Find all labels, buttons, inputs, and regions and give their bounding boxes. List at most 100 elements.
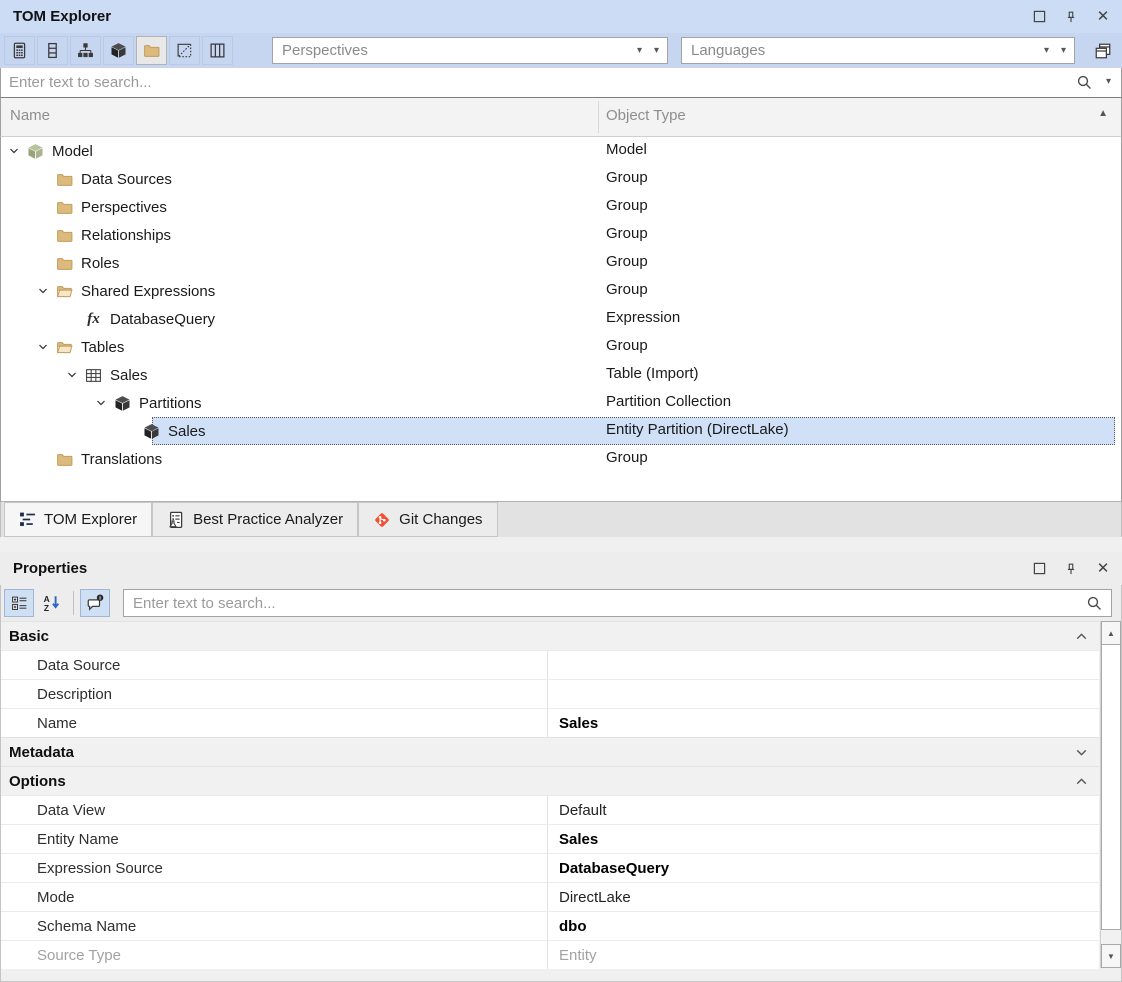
partitions-view-button[interactable] [103, 36, 134, 65]
fx-expression-icon: fx [85, 311, 102, 328]
tom-explorer-title: TOM Explorer [13, 8, 111, 25]
column-header-object-type[interactable]: Object Type [606, 107, 686, 124]
property-row-data-view[interactable]: Data View Default [1, 795, 1099, 824]
svg-text:Z: Z [44, 603, 49, 612]
section-metadata[interactable]: Metadata [1, 737, 1099, 766]
properties-titlebar: Properties ✕ [0, 552, 1122, 585]
open-folder-icon [56, 283, 73, 300]
tree-row-partitions[interactable]: Partitions Partition Collection [1, 389, 1121, 417]
tree-row-translations[interactable]: Translations Group [1, 445, 1121, 473]
hidden-objects-icon [176, 42, 193, 59]
chevron-down-icon[interactable]: ▾ [1061, 45, 1066, 56]
maximize-icon[interactable] [1030, 8, 1048, 26]
sort-ascending-icon[interactable]: ▲ [1098, 108, 1108, 119]
properties-panel: Properties ✕ [0, 552, 1122, 982]
hidden-objects-button[interactable] [169, 36, 200, 65]
tree-row-data-sources[interactable]: Data Sources Group [1, 165, 1121, 193]
scrollbar-thumb[interactable] [1101, 645, 1121, 930]
tab-best-practice-analyzer[interactable]: Best Practice Analyzer [152, 502, 358, 537]
property-row-data-source[interactable]: Data Source [1, 650, 1099, 679]
tree-row-relationships[interactable]: Relationships Group [1, 221, 1121, 249]
chevron-down-icon[interactable]: ▾ [637, 45, 642, 56]
tree-row-sales-partition[interactable]: Sales Entity Partition (DirectLake) [1, 417, 1121, 445]
section-label: Metadata [9, 744, 74, 761]
partition-cube-icon [143, 423, 160, 440]
expander-chevron-icon[interactable] [88, 397, 114, 409]
tooltip-toggle-button[interactable]: i [80, 589, 110, 617]
property-row-entity-name[interactable]: Entity Name Sales [1, 824, 1099, 853]
close-icon[interactable]: ✕ [1094, 560, 1112, 578]
property-row-schema-name[interactable]: Schema Name dbo [1, 911, 1099, 940]
collapse-chevron-icon[interactable] [1074, 629, 1089, 644]
pin-icon[interactable] [1062, 560, 1080, 578]
toolbar-separator [73, 591, 74, 615]
languages-combobox[interactable]: Languages ▾ ▾ [681, 37, 1075, 64]
maximize-icon[interactable] [1030, 560, 1048, 578]
scroll-down-icon[interactable]: ▼ [1101, 944, 1121, 968]
tree-list-icon [19, 511, 36, 528]
chevron-down-icon[interactable]: ▾ [1044, 45, 1049, 56]
search-icon[interactable] [1086, 595, 1103, 612]
table-columns-button[interactable] [202, 36, 233, 65]
tom-explorer-titlebar: TOM Explorer ✕ [0, 0, 1122, 33]
cube-icon [110, 42, 127, 59]
properties-search-input[interactable] [124, 590, 1111, 616]
column-divider[interactable] [598, 101, 599, 133]
tree-row-model[interactable]: Model Model [1, 137, 1121, 165]
tab-git-changes[interactable]: Git Changes [358, 502, 497, 537]
search-options-icon[interactable]: ▾ [1106, 76, 1111, 87]
tab-tom-explorer[interactable]: TOM Explorer [4, 502, 152, 537]
property-row-expression-source[interactable]: Expression Source DatabaseQuery [1, 853, 1099, 882]
close-icon[interactable]: ✕ [1094, 8, 1112, 26]
tree-row-perspectives[interactable]: Perspectives Group [1, 193, 1121, 221]
languages-placeholder: Languages [691, 42, 765, 59]
expander-chevron-icon[interactable] [1, 145, 27, 157]
pin-icon[interactable] [1062, 8, 1080, 26]
bring-to-front-button[interactable] [1090, 38, 1116, 64]
section-options[interactable]: Options [1, 766, 1099, 795]
expander-chevron-icon[interactable] [30, 285, 56, 297]
alphabetical-sort-button[interactable]: AZ [37, 589, 67, 617]
search-icon[interactable] [1076, 74, 1093, 91]
expander-chevron-icon[interactable] [59, 369, 85, 381]
tom-explorer-panel: TOM Explorer ✕ [0, 0, 1122, 537]
perspectives-combobox[interactable]: Perspectives ▾ ▾ [272, 37, 668, 64]
folder-icon [56, 227, 73, 244]
folder-icon [56, 451, 73, 468]
folder-icon [56, 199, 73, 216]
tree-row-sales-table[interactable]: Sales Table (Import) [1, 361, 1121, 389]
panel-gap [0, 537, 1122, 552]
expander-chevron-icon[interactable] [30, 341, 56, 353]
property-row-description[interactable]: Description [1, 679, 1099, 708]
properties-title: Properties [13, 560, 87, 577]
columns-view-button[interactable] [37, 36, 68, 65]
expand-chevron-icon[interactable] [1074, 745, 1089, 760]
tree-row-tables[interactable]: Tables Group [1, 333, 1121, 361]
property-row-mode[interactable]: Mode DirectLake [1, 882, 1099, 911]
column-header-name[interactable]: Name [10, 107, 50, 124]
property-grid: Basic Data Source Description Name Sales… [0, 621, 1122, 982]
categorized-view-button[interactable] [4, 589, 34, 617]
open-folder-icon [56, 339, 73, 356]
measures-view-button[interactable] [4, 36, 35, 65]
vertical-scrollbar[interactable]: ▲ ▼ [1100, 621, 1121, 968]
hierarchies-view-button[interactable] [70, 36, 101, 65]
section-basic[interactable]: Basic [1, 621, 1099, 650]
scroll-up-icon[interactable]: ▲ [1101, 621, 1121, 645]
tree-row-shared-expressions[interactable]: Shared Expressions Group [1, 277, 1121, 305]
tom-explorer-toolbar: Perspectives ▾ ▾ Languages ▾ ▾ [0, 33, 1122, 68]
folder-icon [56, 171, 73, 188]
collapse-chevron-icon[interactable] [1074, 774, 1089, 789]
chevron-down-icon[interactable]: ▾ [654, 45, 659, 56]
tom-search-input[interactable] [1, 68, 1121, 97]
tree-row-roles[interactable]: Roles Group [1, 249, 1121, 277]
display-folders-button[interactable] [136, 36, 167, 65]
bottom-tabbar: TOM Explorer Best Practice Analyzer Git … [0, 502, 1122, 537]
layered-windows-icon [1094, 42, 1112, 60]
column-icon [44, 42, 61, 59]
tree-row-databasequery[interactable]: fx DatabaseQuery Expression [1, 305, 1121, 333]
calculator-icon [11, 42, 28, 59]
folder-icon [56, 255, 73, 272]
property-row-name[interactable]: Name Sales [1, 708, 1099, 737]
property-row-source-type[interactable]: Source Type Entity [1, 940, 1099, 969]
